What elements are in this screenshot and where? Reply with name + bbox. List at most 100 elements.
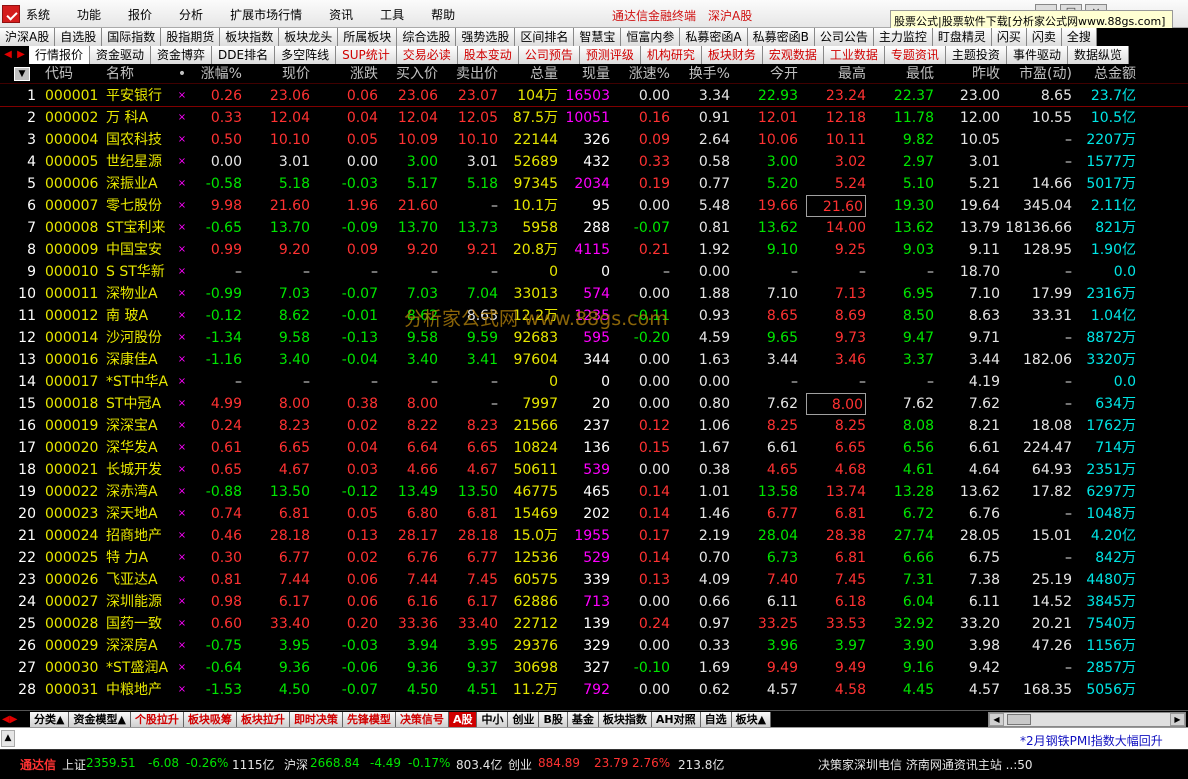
column-header-turnover[interactable]: 换手% xyxy=(672,64,730,84)
column-header-prev-close[interactable]: 昨收 xyxy=(942,64,1000,84)
function-tab[interactable]: 私募密函B xyxy=(747,28,815,46)
function-tab[interactable]: 沪深A股 xyxy=(0,28,56,46)
function-tab[interactable]: 恒富内参 xyxy=(621,28,681,46)
table-row[interactable]: 9 000010 S ST华新 × – – – – – 0 0 – 0.00 – – – 18.70 – 0.0 xyxy=(0,261,1188,283)
info-tab[interactable]: 板块财务 xyxy=(701,46,763,64)
menu-item[interactable]: 工具 xyxy=(380,6,404,23)
table-row[interactable]: 12 000014 沙河股份 × -1.34 9.58 -0.13 9.58 9.59 92683… xyxy=(0,327,1188,349)
news-headline[interactable]: *2月钢铁PMI指数大幅回升 xyxy=(1020,732,1163,749)
function-tab[interactable]: 自选股 xyxy=(55,28,103,46)
server-status[interactable]: 决策家深圳电信 济南网通资讯主站 ..:50 xyxy=(818,756,1033,773)
ad-banner[interactable]: 股票公式|股票软件下载[分析家公式网www.88gs.com] xyxy=(890,10,1173,29)
table-row[interactable]: 23 000026 飞亚达A × 0.81 7.44 0.06 7.44 7.45 60575 33… xyxy=(0,569,1188,591)
table-row[interactable]: 27 000030 *ST盛润A × -0.64 9.36 -0.06 9.36 9.37 306… xyxy=(0,657,1188,679)
column-header-pe[interactable]: 市盈(动) xyxy=(1002,64,1072,84)
column-header-ask[interactable]: 卖出价 xyxy=(440,64,498,84)
function-tab[interactable]: 综合选股 xyxy=(397,28,457,46)
market-tab[interactable]: 板块▲ xyxy=(731,712,772,727)
column-header-price[interactable]: 现价 xyxy=(250,64,310,84)
table-row[interactable]: 17 000020 深华发A × 0.61 6.65 0.04 6.64 6.65 10824 13… xyxy=(0,437,1188,459)
table-row[interactable]: 21 000024 招商地产 × 0.46 28.18 0.13 28.17 28.18 15.0… xyxy=(0,525,1188,547)
table-row[interactable]: 7 000008 ST宝利来 × -0.65 13.70 -0.09 13.70 13.73 59… xyxy=(0,217,1188,239)
table-row[interactable]: 24 000027 深圳能源 × 0.98 6.17 0.06 6.16 6.17 62886 71… xyxy=(0,591,1188,613)
info-tab[interactable]: 工业数据 xyxy=(823,46,885,64)
function-tab[interactable]: 全搜 xyxy=(1061,28,1097,46)
function-tab[interactable]: 智慧宝 xyxy=(574,28,622,46)
function-tab[interactable]: 区间排名 xyxy=(515,28,575,46)
info-tab[interactable]: 预测评级 xyxy=(579,46,641,64)
function-tab[interactable]: 主力监控 xyxy=(873,28,933,46)
market-tab[interactable]: 板块吸筹 xyxy=(183,712,237,727)
menu-item[interactable]: 功能 xyxy=(77,6,101,23)
info-tab[interactable]: 资金驱动 xyxy=(90,46,152,64)
function-tab[interactable]: 盯盘精灵 xyxy=(932,28,992,46)
table-row[interactable]: 25 000028 国药一致 × 0.60 33.40 0.20 33.36 33.40 2271… xyxy=(0,613,1188,635)
menu-item[interactable]: 扩展市场行情 xyxy=(230,6,302,23)
column-header-speed[interactable]: 涨速% xyxy=(612,64,670,84)
market-tab[interactable]: 板块拉升 xyxy=(236,712,290,727)
tab-scroll-left-icon[interactable]: ◀ xyxy=(2,48,14,62)
column-header-volume[interactable]: 总量 xyxy=(500,64,558,84)
table-row[interactable]: 19 000022 深赤湾A × -0.88 13.50 -0.12 13.49 13.50 46… xyxy=(0,481,1188,503)
market-tab[interactable]: A股 xyxy=(448,712,478,727)
market-tab[interactable]: B股 xyxy=(539,712,568,727)
column-header-bid[interactable]: 买入价 xyxy=(380,64,438,84)
market-tab[interactable]: 先锋模型 xyxy=(342,712,396,727)
function-tab[interactable]: 国际指数 xyxy=(102,28,162,46)
menu-item[interactable]: 资讯 xyxy=(329,6,353,23)
column-header-cur-volume[interactable]: 现量 xyxy=(560,64,610,84)
info-tab[interactable]: 数据纵览 xyxy=(1067,46,1129,64)
column-header-name[interactable]: 名称 xyxy=(106,64,176,84)
column-header-pct[interactable]: 涨幅% xyxy=(190,64,242,84)
table-row[interactable]: 22 000025 特 力A × 0.30 6.77 0.02 6.76 6.77 12536 52… xyxy=(0,547,1188,569)
market-tab[interactable]: 创业 xyxy=(508,712,540,727)
function-tab[interactable]: 强势选股 xyxy=(456,28,516,46)
table-row[interactable]: 14 000017 *ST中华A × – – – – – 0 0 0.00 0.00 – – – 4.19 – 0.… xyxy=(0,371,1188,393)
menu-item[interactable]: 系统 xyxy=(26,6,50,23)
horizontal-scrollbar[interactable]: ◀ ▶ xyxy=(988,712,1186,727)
market-tab[interactable]: 板块指数 xyxy=(598,712,652,727)
menu-item[interactable]: 报价 xyxy=(128,6,152,23)
column-header-mark[interactable]: • xyxy=(176,64,188,84)
menu-item[interactable]: 分析 xyxy=(179,6,203,23)
table-row[interactable]: 26 000029 深深房A × -0.75 3.95 -0.03 3.94 3.95 29376… xyxy=(0,635,1188,657)
market-tab[interactable]: 基金 xyxy=(567,712,599,727)
info-tab[interactable]: 多空阵线 xyxy=(275,46,337,64)
info-tab[interactable]: 交易必读 xyxy=(396,46,458,64)
scroll-right-icon[interactable]: ▶ xyxy=(1170,713,1185,726)
info-tab[interactable]: 公司预告 xyxy=(518,46,580,64)
scroll-thumb[interactable] xyxy=(1007,714,1031,725)
market-tab[interactable]: 资金模型▲ xyxy=(69,712,131,727)
market-tab[interactable]: 个股拉升 xyxy=(130,712,184,727)
table-row[interactable]: 6 000007 零七股份 × 9.98 21.60 1.96 21.60 –10.1万 95 0.… xyxy=(0,195,1188,217)
info-tab[interactable]: 资金博弈 xyxy=(151,46,213,64)
scroll-left-icon[interactable]: ◀ xyxy=(989,713,1004,726)
info-tab[interactable]: 机构研究 xyxy=(640,46,702,64)
info-tab[interactable]: SUP统计 xyxy=(336,46,397,64)
table-row[interactable]: 28 000031 中粮地产 × -1.53 4.50 -0.07 4.50 4.51 11.2万… xyxy=(0,679,1188,701)
table-row[interactable]: 8 000009 中国宝安 × 0.99 9.20 0.09 9.20 9.21 20.8万 411… xyxy=(0,239,1188,261)
table-row[interactable]: 15 000018 ST中冠A × 4.99 8.00 0.38 8.00 – 7997 20 0.0… xyxy=(0,393,1188,415)
function-tab[interactable]: 闪卖 xyxy=(1026,28,1062,46)
function-tab[interactable]: 私募密函A xyxy=(680,28,748,46)
table-row[interactable]: 4 000005 世纪星源 × 0.00 3.01 0.00 3.00 3.01 52689 432… xyxy=(0,151,1188,173)
info-tab[interactable]: 股本变动 xyxy=(457,46,519,64)
table-row[interactable]: 3 000004 国农科技 × 0.50 10.10 0.05 10.09 10.10 22144… xyxy=(0,129,1188,151)
table-row[interactable]: 13 000016 深康佳A × -1.16 3.40 -0.04 3.40 3.41 97604… xyxy=(0,349,1188,371)
function-tab[interactable]: 板块指数 xyxy=(220,28,280,46)
table-row[interactable]: 2 000002 万 科A × 0.33 12.04 0.04 12.04 12.05 87.5万… xyxy=(0,107,1188,129)
info-tab[interactable]: 行情报价 xyxy=(29,46,91,64)
column-header-change[interactable]: 涨跌 xyxy=(320,64,378,84)
function-tab[interactable]: 所属板块 xyxy=(338,28,398,46)
table-row[interactable]: 16 000019 深深宝A × 0.24 8.23 0.02 8.22 8.23 21566 23… xyxy=(0,415,1188,437)
table-row[interactable]: 18 000021 长城开发 × 0.65 4.67 0.03 4.66 4.67 50611 53… xyxy=(0,459,1188,481)
function-tab[interactable]: 板块龙头 xyxy=(279,28,339,46)
column-header-low[interactable]: 最低 xyxy=(874,64,934,84)
table-row[interactable]: 11 000012 南 玻A × -0.12 8.62 -0.01 8.62 8.63 12.2万… xyxy=(0,305,1188,327)
table-row[interactable]: 1 000001 平安银行 × 0.26 23.06 0.06 23.06 23.07 104万 1… xyxy=(0,85,1188,107)
market-tab[interactable]: 即时决策 xyxy=(289,712,343,727)
info-tab[interactable]: 主题投资 xyxy=(945,46,1007,64)
table-row[interactable]: 10 000011 深物业A × -0.99 7.03 -0.07 7.03 7.04 33013… xyxy=(0,283,1188,305)
column-header-code[interactable]: 代码 xyxy=(45,64,105,84)
function-tab[interactable]: 闪买 xyxy=(991,28,1027,46)
